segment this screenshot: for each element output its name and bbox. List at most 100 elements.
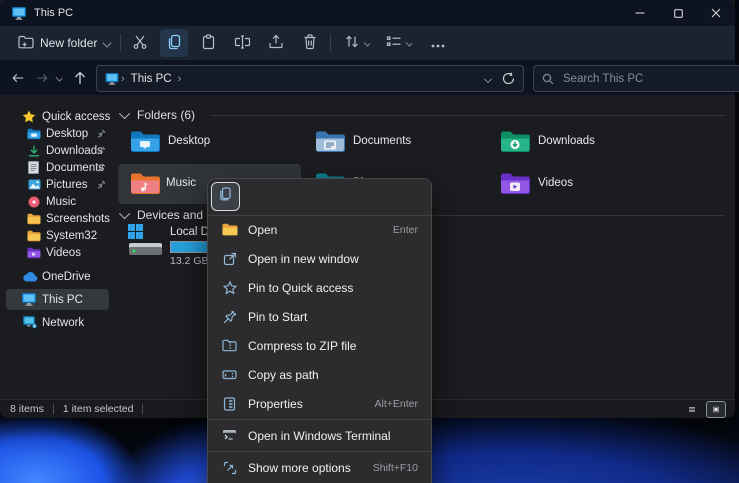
- up-button[interactable]: [68, 65, 92, 90]
- local-disk-icon: [126, 222, 164, 263]
- copy-icon: [219, 187, 232, 206]
- open-new-window-icon: [221, 252, 238, 266]
- back-button[interactable]: [6, 65, 30, 90]
- sidebar-item-onedrive[interactable]: OneDrive: [0, 267, 115, 286]
- desktop: This PC New folder: [0, 0, 739, 483]
- documents-icon: [28, 161, 39, 174]
- menu-item-properties[interactable]: Properties Alt+Enter: [208, 389, 431, 418]
- menu-item-compress-to-zip[interactable]: Compress to ZIP file: [208, 331, 431, 360]
- large-icons-view-button[interactable]: [707, 402, 725, 417]
- breadcrumb-chevron-icon: ›: [178, 73, 182, 85]
- collapse-chevron-icon: [119, 108, 130, 119]
- group-header-rule: [210, 115, 725, 116]
- tile-label: Documents: [353, 135, 411, 147]
- address-bar[interactable]: › This PC ›: [96, 65, 524, 92]
- menu-item-label: Pin to Start: [248, 310, 418, 324]
- menu-item-label: Pin to Quick access: [248, 281, 418, 295]
- refresh-icon[interactable]: [502, 72, 515, 85]
- minimize-button[interactable]: [621, 0, 659, 26]
- command-toolbar: New folder: [0, 26, 735, 60]
- paste-button[interactable]: [194, 29, 222, 57]
- menu-separator: [208, 451, 431, 452]
- search-box[interactable]: [533, 65, 739, 92]
- rename-button[interactable]: [228, 29, 256, 57]
- pin-icon: [97, 180, 106, 189]
- window-title: This PC: [34, 7, 73, 19]
- menu-item-label: Open in new window: [248, 252, 418, 266]
- status-divider: [53, 404, 54, 414]
- new-folder-button[interactable]: New folder: [10, 29, 119, 57]
- sidebar-item-label: Screenshots: [46, 213, 110, 225]
- menu-item-shortcut: Alt+Enter: [375, 398, 418, 410]
- see-more-icon: [431, 36, 445, 51]
- tile-desktop[interactable]: Desktop: [120, 122, 303, 162]
- sidebar-item-label: This PC: [42, 294, 83, 306]
- desktop-folder-icon: [130, 130, 160, 159]
- sidebar-item-label: Network: [42, 317, 84, 329]
- context-menu: Open Enter Open in new window Pin to Qui…: [207, 178, 432, 483]
- menu-item-pin-to-start[interactable]: Pin to Start: [208, 302, 431, 331]
- see-more-button[interactable]: [424, 29, 452, 57]
- pin-icon: [97, 146, 106, 155]
- cut-button[interactable]: [126, 29, 154, 57]
- collapse-chevron-icon: [119, 208, 130, 219]
- chevron-down-icon: [406, 40, 413, 47]
- menu-item-label: Copy as path: [248, 368, 418, 382]
- menu-item-open-in-windows-terminal[interactable]: Open in Windows Terminal: [208, 421, 431, 450]
- menu-item-show-more-options[interactable]: Show more options Shift+F10: [208, 453, 431, 482]
- menu-item-shortcut: Shift+F10: [373, 462, 418, 474]
- network-icon: [23, 316, 37, 329]
- tile-videos[interactable]: Videos: [490, 164, 673, 204]
- sidebar-item-label: Downloads: [46, 145, 103, 157]
- sidebar-item-network[interactable]: Network: [0, 313, 115, 332]
- menu-item-copy-as-path[interactable]: Copy as path: [208, 360, 431, 389]
- view-button[interactable]: [380, 29, 418, 57]
- sort-icon: [344, 34, 360, 52]
- maximize-button[interactable]: [659, 0, 697, 26]
- sidebar-item-label: OneDrive: [42, 271, 91, 283]
- recent-locations-button[interactable]: [50, 65, 68, 90]
- search-input[interactable]: [561, 72, 734, 86]
- downloads-icon: [28, 145, 40, 157]
- delete-button[interactable]: [296, 29, 324, 57]
- folders-group-header[interactable]: Folders (6): [122, 107, 725, 123]
- sort-button[interactable]: [338, 29, 376, 57]
- pin-star-icon: [221, 281, 238, 295]
- rename-icon: [234, 35, 251, 52]
- tile-documents[interactable]: Documents: [305, 122, 488, 162]
- sidebar-item-this-pc[interactable]: This PC: [6, 289, 109, 310]
- sidebar-item-label: System32: [46, 230, 97, 242]
- address-row: › This PC ›: [0, 60, 735, 95]
- status-divider: [142, 404, 143, 414]
- menu-item-shortcut: Enter: [393, 224, 418, 236]
- share-icon: [268, 34, 284, 52]
- properties-icon: [221, 397, 238, 411]
- details-view-button[interactable]: [683, 402, 701, 417]
- close-button[interactable]: [697, 0, 735, 26]
- copy-button[interactable]: [160, 29, 188, 57]
- folders-header-label: Folders (6): [137, 108, 195, 122]
- star-icon: [22, 110, 36, 123]
- copy-quick-action-button[interactable]: [211, 182, 240, 211]
- menu-separator: [208, 419, 431, 420]
- sidebar-item-label: Videos: [46, 247, 81, 259]
- sidebar-item-label: Documents: [46, 162, 104, 174]
- menu-item-pin-to-quick-access[interactable]: Pin to Quick access: [208, 273, 431, 302]
- menu-item-open[interactable]: Open Enter: [208, 215, 431, 244]
- tile-downloads[interactable]: Downloads: [490, 122, 673, 162]
- videos-folder-icon: [500, 172, 530, 201]
- breadcrumb-chevron-icon: ›: [121, 73, 125, 85]
- tile-label: Videos: [538, 177, 573, 189]
- address-dropdown-icon[interactable]: [484, 75, 492, 83]
- title-bar: This PC: [0, 0, 735, 26]
- menu-item-label: Show more options: [248, 461, 373, 475]
- breadcrumb-this-pc[interactable]: This PC: [131, 73, 172, 85]
- menu-item-open-in-new-window[interactable]: Open in new window: [208, 244, 431, 273]
- share-button[interactable]: [262, 29, 290, 57]
- sidebar-item-label: Music: [46, 196, 76, 208]
- context-menu-quick-actions: [208, 179, 431, 214]
- chevron-down-icon: [103, 38, 112, 47]
- documents-folder-icon: [315, 130, 345, 159]
- sidebar-item-videos[interactable]: Videos: [0, 243, 115, 262]
- sidebar-item-label: Pictures: [46, 179, 88, 191]
